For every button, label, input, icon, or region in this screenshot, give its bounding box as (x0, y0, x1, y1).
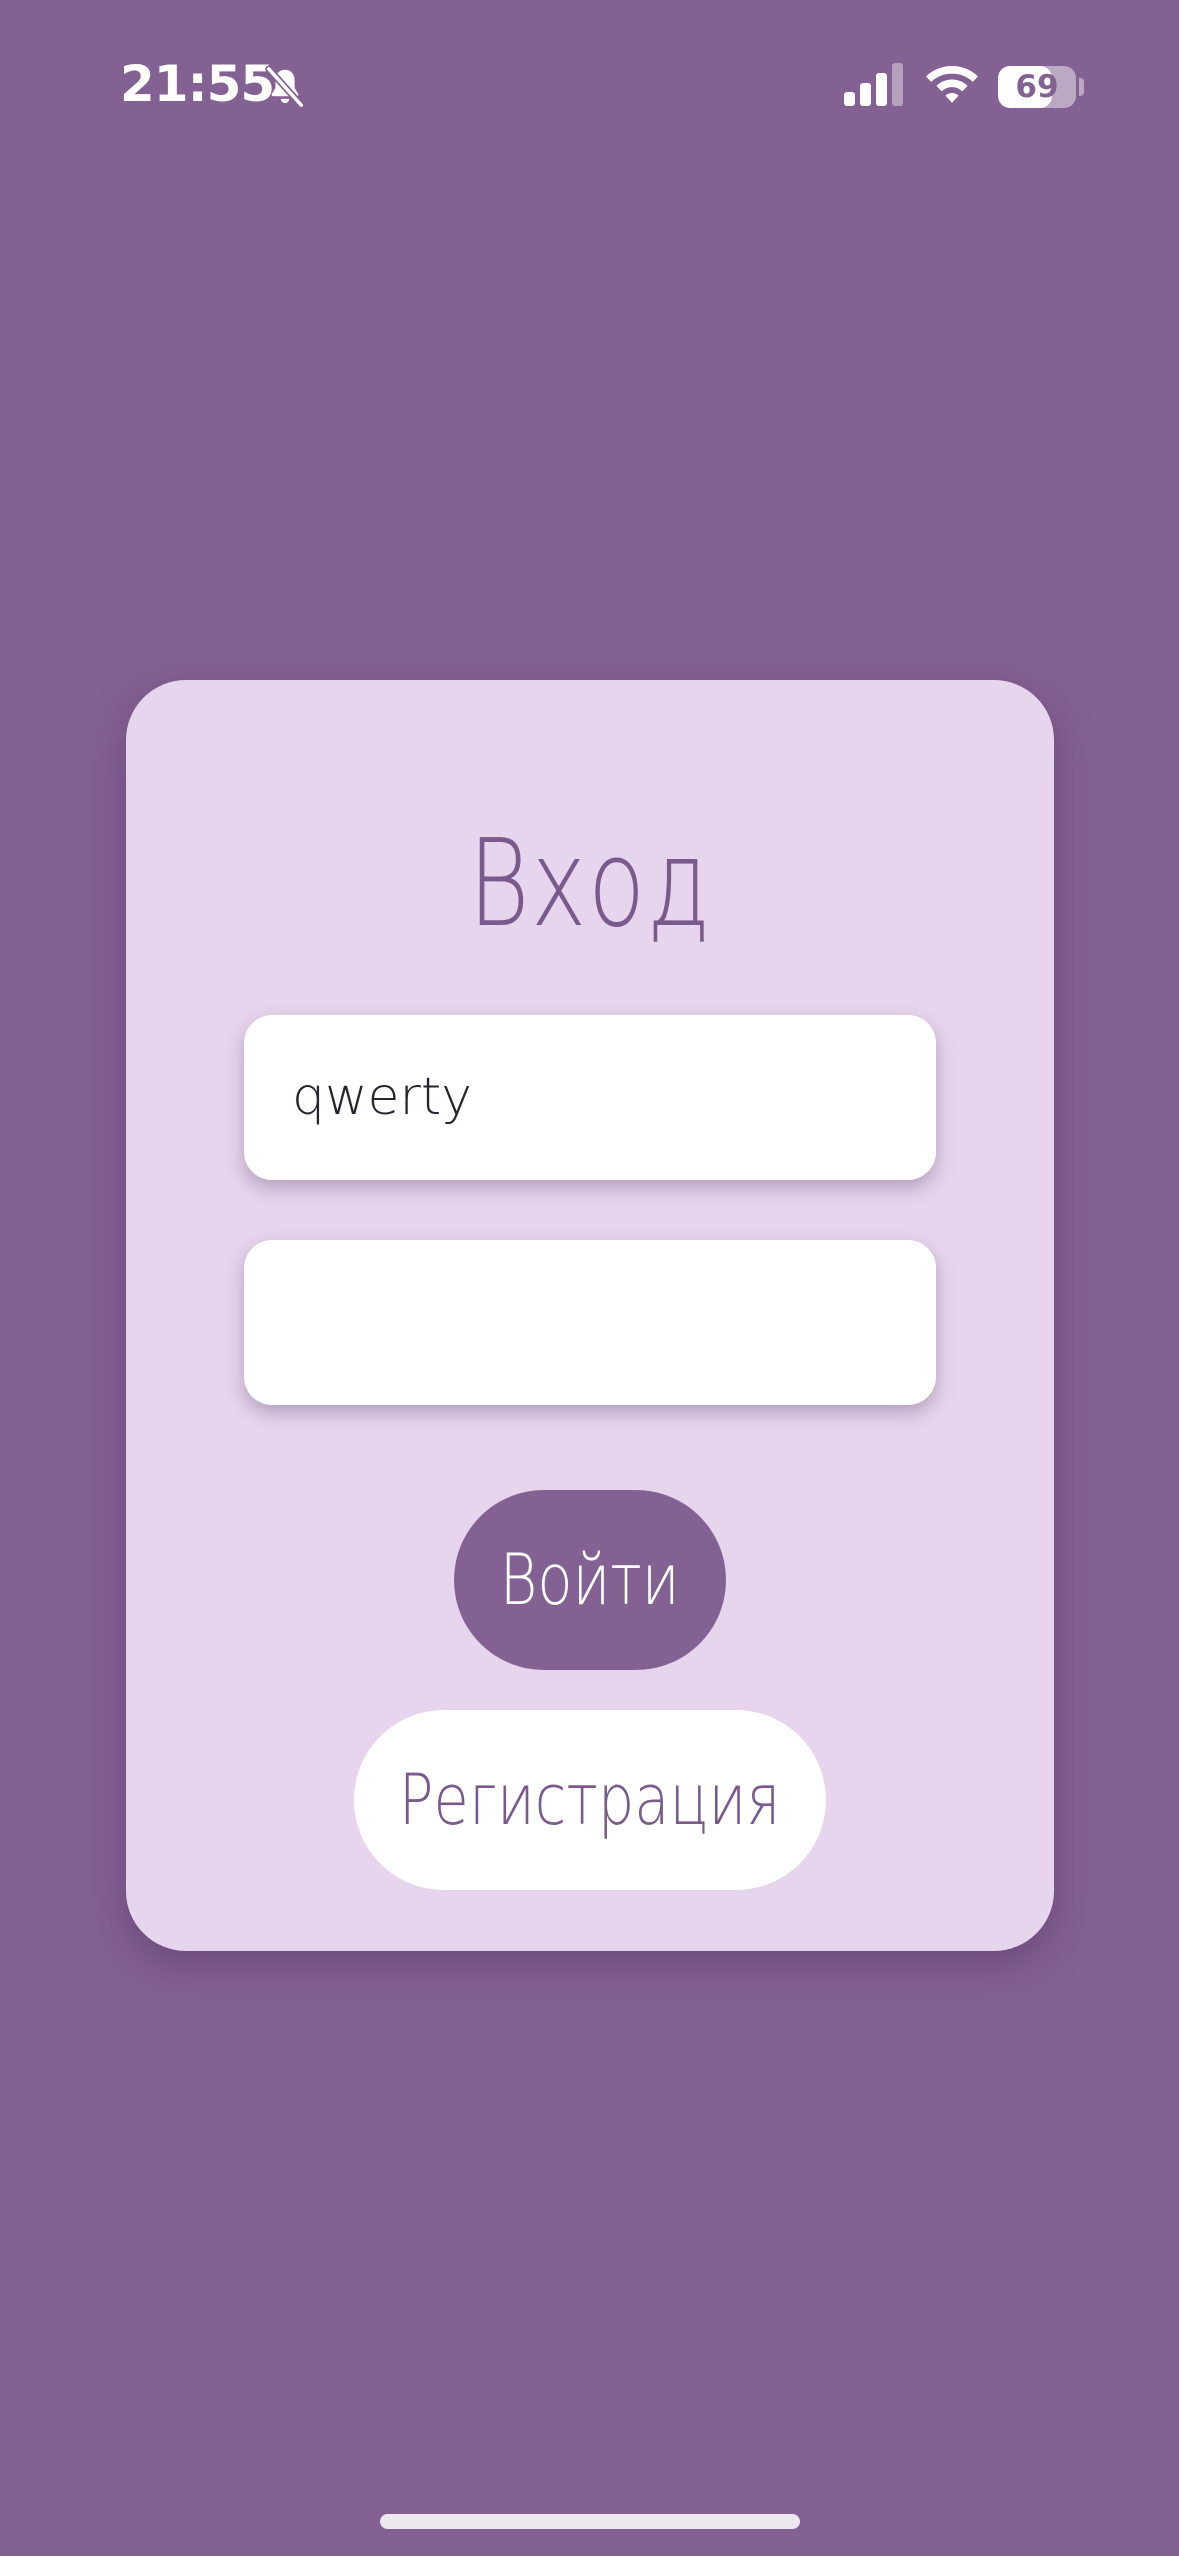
status-bar: 21:55 69 (0, 0, 1179, 175)
battery-level: 69 (1015, 69, 1059, 105)
status-time: 21:55 (120, 55, 275, 113)
password-input[interactable] (244, 1240, 936, 1405)
login-title: Вход (468, 815, 712, 954)
login-screen: 21:55 69 Вход qwerty Войти Регистрация (0, 0, 1179, 2556)
battery-icon: 69 (998, 66, 1076, 108)
wifi-icon (926, 66, 978, 103)
register-button[interactable]: Регистрация (354, 1710, 826, 1890)
home-indicator[interactable] (380, 2514, 800, 2529)
login-input[interactable]: qwerty (244, 1015, 936, 1180)
login-card: Вход qwerty Войти Регистрация (126, 680, 1054, 1951)
login-button-label: Войти (500, 1539, 680, 1621)
login-button[interactable]: Войти (454, 1490, 726, 1670)
cellular-signal-icon (844, 63, 903, 106)
bell-slash-icon (265, 65, 305, 109)
register-button-label: Регистрация (399, 1759, 781, 1841)
battery-cap (1079, 78, 1084, 96)
login-input-value: qwerty (292, 1067, 473, 1127)
